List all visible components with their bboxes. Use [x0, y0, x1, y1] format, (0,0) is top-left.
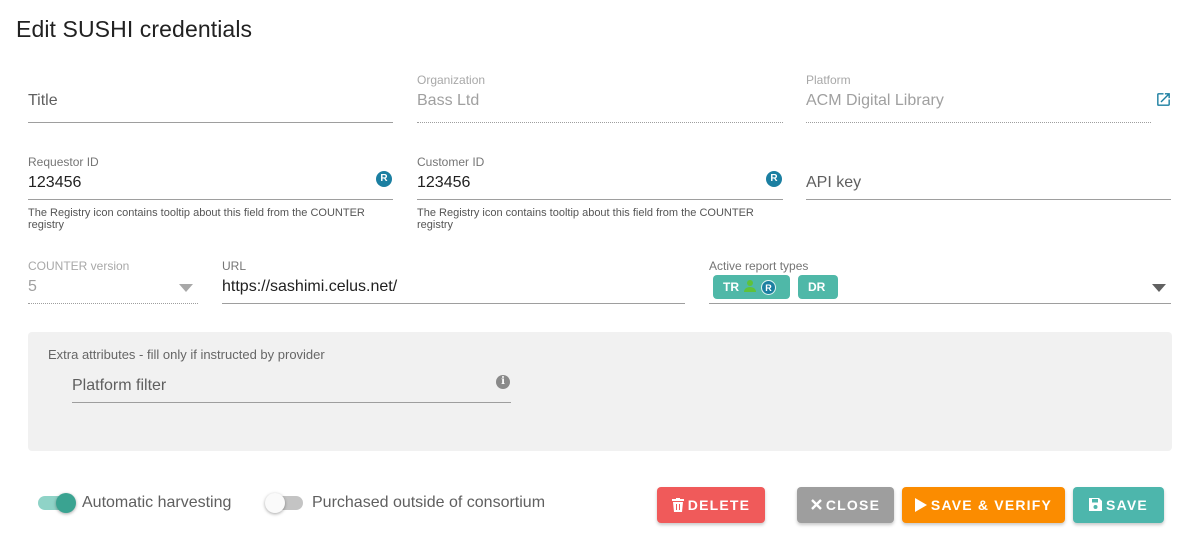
- automatic-harvesting-switch[interactable]: [38, 493, 78, 513]
- registry-icon: R: [761, 280, 776, 296]
- chevron-down-icon[interactable]: [1152, 284, 1166, 292]
- report-types-select[interactable]: Active report types TR R DR: [709, 258, 1171, 306]
- person-icon: [743, 276, 757, 300]
- info-icon[interactable]: i: [496, 375, 510, 389]
- open-in-new-icon[interactable]: [1155, 91, 1172, 108]
- api-key-field[interactable]: API key: [806, 154, 1171, 202]
- chip-label: DR: [808, 280, 826, 294]
- trash-icon: [671, 497, 684, 512]
- organization-label: Organization: [417, 73, 486, 87]
- save-button-label: SAVE: [1106, 497, 1148, 513]
- dialog-title: Edit SUSHI credentials: [16, 16, 253, 42]
- extra-attributes-header: Extra attributes - fill only if instruct…: [48, 347, 325, 362]
- report-type-chip-tr[interactable]: TR R: [713, 275, 790, 299]
- requestor-id-hint: The Registry icon contains tooltip about…: [28, 207, 365, 231]
- switch-knob: [56, 493, 76, 513]
- customer-id-hint: The Registry icon contains tooltip about…: [417, 207, 754, 231]
- close-icon: [811, 499, 822, 511]
- url-label: URL: [222, 259, 247, 273]
- api-key-placeholder: API key: [806, 174, 862, 191]
- requestor-id-underline: [28, 199, 393, 200]
- title-placeholder: Title: [28, 92, 58, 109]
- extra-attributes-panel: Extra attributes - fill only if instruct…: [28, 332, 1172, 451]
- chevron-down-icon: [179, 284, 193, 292]
- report-type-chip-dr[interactable]: DR: [798, 275, 838, 299]
- play-icon: [914, 497, 927, 512]
- delete-button-label: DELETE: [687, 497, 751, 513]
- url-field[interactable]: URL https://sashimi.celus.net/: [222, 258, 685, 306]
- platform-field: Platform ACM Digital Library: [806, 72, 1151, 124]
- organization-underline: [417, 122, 783, 123]
- report-types-underline: [709, 303, 1171, 304]
- url-underline: [222, 303, 685, 304]
- requestor-id-value: 123456: [28, 174, 82, 191]
- counter-version-select: COUNTER version 5: [28, 258, 198, 306]
- counter-version-label: COUNTER version: [28, 259, 130, 273]
- counter-version-value: 5: [28, 278, 37, 295]
- organization-value: Bass Ltd: [417, 92, 480, 109]
- url-value: https://sashimi.celus.net/: [222, 278, 398, 295]
- save-icon: [1089, 498, 1103, 512]
- registry-icon[interactable]: R: [766, 171, 782, 187]
- customer-id-value: 123456: [417, 174, 471, 191]
- requestor-id-label: Requestor ID: [28, 155, 99, 169]
- report-types-label: Active report types: [709, 259, 809, 273]
- close-button-label: CLOSE: [825, 497, 881, 513]
- platform-filter-field[interactable]: Platform filter i: [72, 364, 511, 404]
- organization-field: Organization Bass Ltd: [417, 72, 783, 124]
- platform-filter-placeholder: Platform filter: [72, 377, 167, 394]
- counter-version-underline: [28, 303, 198, 304]
- platform-underline: [806, 122, 1151, 123]
- platform-filter-underline: [72, 402, 511, 403]
- chip-label: TR: [723, 280, 739, 294]
- close-button[interactable]: CLOSE: [797, 487, 894, 523]
- title-field[interactable]: Title: [28, 72, 393, 124]
- switch-knob: [265, 493, 285, 513]
- purchased-outside-switch[interactable]: [265, 493, 307, 513]
- requestor-id-field[interactable]: Requestor ID 123456 R The Registry icon …: [28, 154, 393, 234]
- edit-sushi-dialog: Edit SUSHI credentials Title Organizatio…: [0, 0, 1198, 557]
- title-underline: [28, 122, 393, 123]
- platform-label: Platform: [806, 73, 851, 87]
- delete-button[interactable]: DELETE: [657, 487, 765, 523]
- customer-id-label: Customer ID: [417, 155, 485, 169]
- save-verify-button[interactable]: SAVE & VERIFY: [902, 487, 1065, 523]
- automatic-harvesting-label[interactable]: Automatic harvesting: [82, 494, 231, 512]
- customer-id-field[interactable]: Customer ID 123456 R The Registry icon c…: [417, 154, 783, 234]
- save-button[interactable]: SAVE: [1073, 487, 1164, 523]
- customer-id-underline: [417, 199, 783, 200]
- platform-value: ACM Digital Library: [806, 92, 944, 109]
- purchased-outside-label[interactable]: Purchased outside of consortium: [312, 494, 545, 512]
- save-verify-button-label: SAVE & VERIFY: [930, 497, 1053, 513]
- registry-icon[interactable]: R: [376, 171, 392, 187]
- api-key-underline: [806, 199, 1171, 200]
